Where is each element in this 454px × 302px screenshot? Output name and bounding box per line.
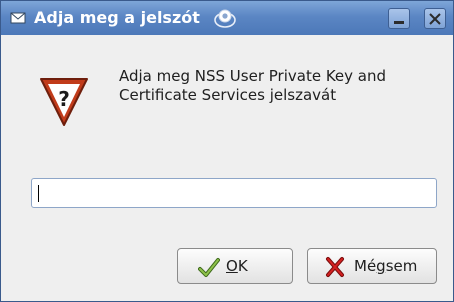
ok-button[interactable]: OK — [177, 248, 293, 284]
window-title: Adja meg a jelszót — [34, 8, 200, 27]
opensuse-logo-icon — [214, 7, 236, 29]
prompt-text: Adja meg NSS User Private Key and Certif… — [119, 67, 387, 104]
title-bar[interactable]: Adja meg a jelszót — [1, 1, 453, 35]
cross-icon — [324, 256, 346, 278]
checkmark-icon — [198, 256, 220, 278]
cancel-label: Mégsem — [354, 257, 418, 275]
close-button[interactable] — [424, 8, 446, 29]
password-dialog: Adja meg a jelszót ? Adja meg NSS User P… — [0, 0, 454, 302]
password-input[interactable] — [31, 178, 437, 208]
ok-label: OK — [226, 257, 248, 275]
text-cursor — [38, 185, 39, 202]
envelope-icon — [10, 10, 26, 26]
close-icon — [429, 13, 441, 25]
cancel-button[interactable]: Mégsem — [307, 248, 437, 284]
question-icon: ? — [37, 73, 91, 127]
minimize-icon — [394, 21, 404, 24]
minimize-button[interactable] — [388, 8, 410, 29]
svg-text:?: ? — [58, 87, 70, 111]
